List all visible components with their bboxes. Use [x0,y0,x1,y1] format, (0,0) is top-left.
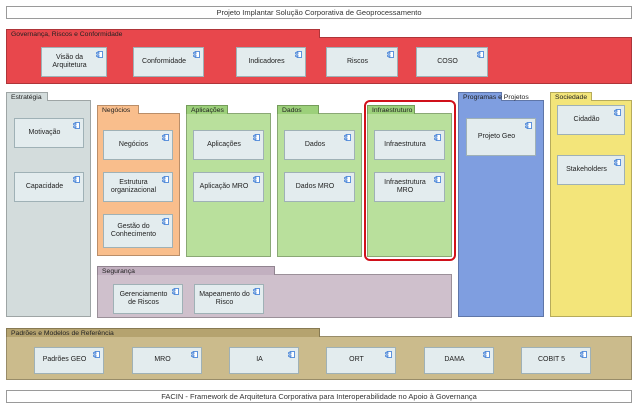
element-label: Conformidade [142,57,186,65]
element-infraestrutura-mro[interactable]: Infraestrutura MRO [374,172,445,202]
element-label: COBIT 5 [537,356,566,364]
component-icon [162,218,169,225]
component-icon [253,176,260,183]
component-icon [253,134,260,141]
element-label: Visão da Arquitetura [52,53,87,70]
element-estrutura-organizacional[interactable]: Estrutura organizacional [103,172,173,202]
element-indicadores[interactable]: Indicadores [236,47,306,77]
element-riscos[interactable]: Riscos [326,47,398,77]
element-label: Gerenciamento de Riscos [119,290,168,307]
element-label: Mapeamento do Risco [199,290,250,307]
group-seguranca-label: Segurança [97,266,275,275]
element-stakeholders[interactable]: Stakeholders [557,155,625,185]
component-icon [96,51,103,58]
group-aplicacoes-label: Aplicações [186,105,228,114]
component-icon [580,351,587,358]
element-label: Negócios [118,140,149,148]
component-icon [614,159,621,166]
element-label: Gestão do Conhecimento [110,222,157,239]
component-icon [434,176,441,183]
component-icon [191,351,198,358]
element-coso[interactable]: COSO [416,47,488,77]
group-padroes-label: Padrões e Modelos de Referência [6,328,320,337]
element-label: Motivação [28,128,61,136]
element-label: Padrões GEO [42,356,87,364]
element-label: IA [256,356,263,364]
element-label: Dados MRO [295,182,335,190]
element-label: Aplicações [207,140,241,148]
group-estrategia-label: Estratégia [6,92,48,101]
element-negocios[interactable]: Negócios [103,130,173,160]
component-icon [385,351,392,358]
component-icon [344,176,351,183]
element-label: Infraestrutura [384,140,426,148]
element-label: Estrutura organizacional [110,178,157,195]
element-dama[interactable]: DAMA [424,347,494,374]
component-icon [477,51,484,58]
component-icon [288,351,295,358]
element-infraestrutura[interactable]: Infraestrutura [374,130,445,160]
component-icon [193,51,200,58]
component-icon [614,109,621,116]
component-icon [73,176,80,183]
component-icon [162,176,169,183]
component-icon [344,134,351,141]
group-governanca-label: Governança, Riscos e Conformidade [6,29,320,38]
element-cobit-5[interactable]: COBIT 5 [521,347,591,374]
element-label: Indicadores [248,57,285,65]
component-icon [172,288,179,295]
element-label: Dados [304,140,326,148]
element-label: Cidadão [573,115,600,123]
diagram-title: Projeto Implantar Solução Corporativa de… [6,6,632,19]
component-icon [387,51,394,58]
element-cidadao[interactable]: Cidadão [557,105,625,135]
element-label: ORT [349,356,364,364]
element-conformidade[interactable]: Conformidade [133,47,204,77]
element-label: Capacidade [25,182,64,190]
component-icon [483,351,490,358]
element-projeto-geo[interactable]: Projeto Geo [466,118,536,156]
group-negocios-label: Negócios [97,105,139,114]
element-mro[interactable]: MRO [132,347,202,374]
element-aplicacao-mro[interactable]: Aplicação MRO [193,172,264,202]
component-icon [253,288,260,295]
element-mapeamento-do-risco[interactable]: Mapeamento do Risco [194,284,264,314]
element-gestao-do-conhecimento[interactable]: Gestão do Conhecimento [103,214,173,248]
element-dados[interactable]: Dados [284,130,355,160]
element-dados-mro[interactable]: Dados MRO [284,172,355,202]
component-icon [93,351,100,358]
component-icon [434,134,441,141]
element-label: COSO [437,57,458,65]
element-padroes-geo[interactable]: Padrões GEO [34,347,104,374]
component-icon [162,134,169,141]
element-label: DAMA [444,356,465,364]
group-sociedade-label: Sociedade [550,92,592,101]
element-label: Stakeholders [566,165,607,173]
element-gerenciamento-de-riscos[interactable]: Gerenciamento de Riscos [113,284,183,314]
element-visao-da-arquitetura[interactable]: Visão da Arquitetura [41,47,107,77]
element-label: Infraestrutura MRO [384,178,426,195]
element-motivacao[interactable]: Motivação [14,118,84,148]
group-programas-label: Programas e Projetos [458,92,529,101]
element-capacidade[interactable]: Capacidade [14,172,84,202]
element-ort[interactable]: ORT [326,347,396,374]
element-label: MRO [154,356,171,364]
element-label: Riscos [346,57,368,65]
element-label: Aplicação MRO [199,182,249,190]
element-ia[interactable]: IA [229,347,299,374]
component-icon [525,122,532,129]
component-icon [295,51,302,58]
element-label: Projeto Geo [477,132,516,140]
group-dados-label: Dados [277,105,319,114]
component-icon [73,122,80,129]
element-aplicacoes[interactable]: Aplicações [193,130,264,160]
diagram-footer-title: FACIN - Framework de Arquitetura Corpora… [6,390,632,403]
